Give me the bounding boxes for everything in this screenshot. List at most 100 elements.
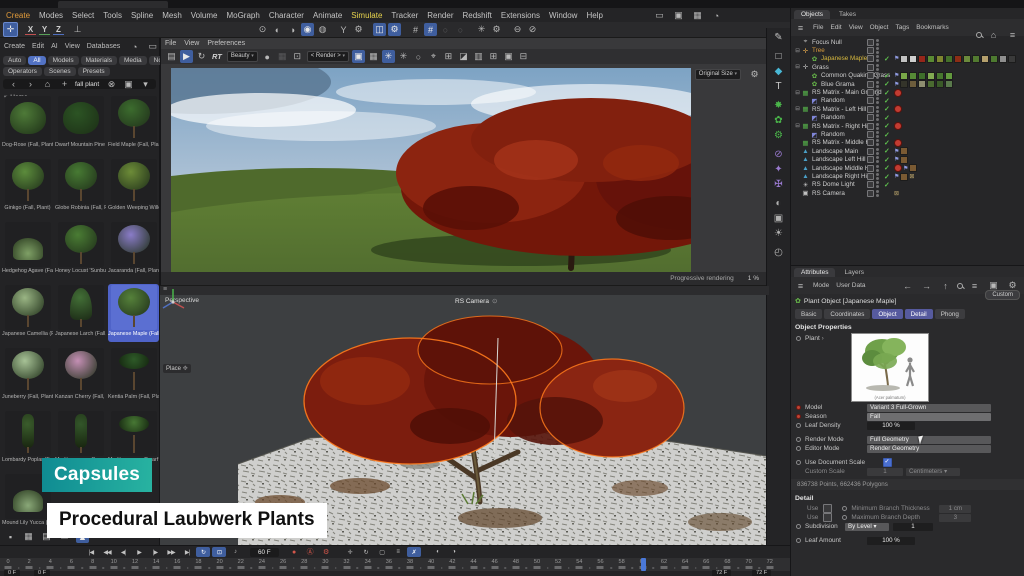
modifier-icon[interactable]: ✦ — [771, 162, 787, 177]
expand-icon[interactable]: ⊞ — [442, 50, 455, 63]
render-select[interactable]: < Render > ▾ — [307, 51, 349, 62]
render-mode-input[interactable]: Full Geometry — [867, 436, 991, 444]
menu-render[interactable]: Render — [427, 11, 453, 20]
keyframe-settings-button[interactable]: ⚙ — [319, 547, 333, 557]
use-document-scale-checkbox[interactable] — [883, 458, 892, 467]
plant-item-dog-rose-fall-plant[interactable]: Dog-Rose (Fall, Plant) — [2, 95, 53, 153]
material-tag[interactable] — [927, 72, 935, 80]
visibility-dots[interactable] — [876, 148, 879, 155]
rv-menu-preferences[interactable]: Preferences — [207, 40, 245, 47]
back-icon[interactable]: ← — [901, 279, 914, 292]
remove-icon[interactable]: ⊖ — [511, 23, 524, 36]
use-checkbox[interactable] — [823, 504, 832, 513]
generator-check-icon[interactable]: ✓ — [884, 181, 890, 189]
custom-scale-unit-dropdown[interactable]: Centimeters ▾ — [906, 468, 960, 476]
redshift-tag[interactable] — [894, 164, 902, 172]
enable-toggle[interactable] — [867, 97, 874, 104]
season-input[interactable]: Fall — [867, 413, 991, 421]
visibility-dots[interactable] — [876, 97, 879, 104]
ab-menu-edit[interactable]: Edit — [32, 43, 44, 50]
document-tab[interactable] — [58, 1, 168, 8]
visibility-dots[interactable] — [876, 190, 879, 197]
material-tag[interactable] — [981, 55, 989, 63]
sphere-a-icon[interactable]: ◐ — [271, 23, 284, 36]
am-menu-user-data[interactable]: User Data — [836, 282, 865, 289]
ghost-button[interactable]: ⊡ — [212, 547, 226, 557]
rv-menu-view[interactable]: View — [184, 40, 199, 47]
spline-pen-icon[interactable]: ✎ — [771, 30, 787, 45]
axis-x-button[interactable]: X — [25, 25, 36, 35]
plant-item-golden-weeping-willo[interactable]: Golden Weeping Willo... — [108, 158, 159, 216]
panel-menu-icon[interactable]: ≡ — [796, 21, 805, 34]
generator-check-icon[interactable]: ✓ — [884, 105, 890, 113]
viewport-menu-bar[interactable]: ≡ — [160, 286, 769, 295]
view-small-icon[interactable]: ▪ — [4, 530, 17, 543]
enable-toggle[interactable] — [867, 106, 874, 113]
mograph-icon[interactable]: ✿ — [771, 113, 787, 128]
enable-toggle[interactable] — [867, 47, 874, 54]
range-start2-field[interactable]: 0 F — [34, 570, 50, 576]
forward-icon[interactable]: → — [920, 279, 933, 292]
material-tag[interactable] — [900, 55, 908, 63]
range-start-field[interactable]: 0 F — [4, 570, 20, 576]
generator-check-icon[interactable]: ✓ — [884, 114, 890, 122]
generator-check-icon[interactable]: ✓ — [884, 89, 890, 97]
tag-icon[interactable]: ✠ — [771, 177, 787, 192]
object-row-landscape-right-hill-16[interactable]: ▲ Landscape Right Hill ✓ ⚑⊠ — [791, 172, 1024, 180]
play-icon[interactable]: ▶ — [180, 50, 193, 63]
enable-toggle[interactable] — [867, 39, 874, 46]
plant-item-jacaranda-fall-plant[interactable]: Jacaranda (Fall, Plant) — [108, 221, 159, 279]
dim-b-icon[interactable]: ○ — [454, 23, 467, 36]
menu-select[interactable]: Select — [72, 11, 94, 20]
object-row-rs-camera-18[interactable]: ▣ RS Camera ⊠ — [791, 189, 1024, 197]
forward-icon[interactable]: › — [24, 78, 37, 91]
object-row-random-11[interactable]: ◩ Random ✓ — [791, 130, 1024, 138]
generator-check-icon[interactable]: ✓ — [884, 173, 890, 181]
menu-volume[interactable]: Volume — [191, 11, 218, 20]
menu-modes[interactable]: Modes — [39, 11, 63, 20]
fur-ball-icon[interactable]: ◍ — [316, 23, 329, 36]
enable-toggle[interactable] — [867, 156, 874, 163]
category-tab-presets[interactable]: Presets — [78, 67, 110, 76]
flag-tag[interactable]: ⚑ — [894, 81, 899, 88]
material-tag[interactable] — [1008, 55, 1016, 63]
grid-a-icon[interactable]: # — [409, 23, 422, 36]
flag-tag[interactable]: ⚑ — [894, 72, 899, 79]
plant-item-hedgehog-agave-fall[interactable]: Hedgehog Agave (Fall... — [2, 221, 53, 279]
generator-check-icon[interactable]: ✓ — [884, 139, 890, 147]
collapse-icon[interactable]: ⊟ — [794, 90, 801, 96]
enable-toggle[interactable] — [867, 190, 874, 197]
flag-tag[interactable]: ⚑ — [894, 173, 899, 180]
redshift-tag[interactable] — [894, 139, 902, 147]
generator-check-icon[interactable]: ✓ — [884, 55, 890, 63]
subdivision-dropdown[interactable]: By Level ▾ — [845, 523, 889, 531]
protection-tag[interactable]: ⊠ — [894, 190, 899, 197]
lock-icon[interactable]: ▣ — [352, 50, 365, 63]
om-menu-edit[interactable]: Edit — [830, 24, 841, 31]
plant-item-kanzan-cherry-fall-pl[interactable]: Kanzan Cherry (Fall, Pl... — [55, 347, 106, 405]
dropdown-icon[interactable]: ▾ — [139, 78, 152, 91]
text-icon[interactable]: T — [771, 79, 787, 94]
settings-gear-icon[interactable]: ⚙ — [748, 68, 761, 81]
solo-b-button[interactable]: ◑ — [447, 547, 461, 557]
save-icon[interactable]: ▤ — [165, 50, 178, 63]
enable-toggle[interactable] — [867, 173, 874, 180]
playhead[interactable] — [641, 558, 646, 571]
material-tag[interactable] — [900, 173, 908, 181]
ab-menu-view[interactable]: View — [65, 43, 80, 50]
redshift-object-icon[interactable]: ◆ — [771, 64, 787, 79]
enable-toggle[interactable] — [867, 55, 874, 62]
cloth-icon[interactable]: ◫ — [373, 23, 386, 36]
record-scale-button[interactable]: ▢ — [375, 547, 389, 557]
object-row-landscape-left-hill-14[interactable]: ▲ Landscape Left Hill ✓ ⚑ — [791, 156, 1024, 164]
visibility-dots[interactable] — [876, 114, 879, 121]
lock-icon[interactable]: ▣ — [122, 78, 135, 91]
circle-icon[interactable]: ○ — [412, 50, 425, 63]
visibility-dots[interactable] — [876, 139, 879, 146]
goto-start-button[interactable]: |◀ — [84, 547, 98, 557]
visibility-dots[interactable] — [876, 173, 879, 180]
size-dropdown[interactable]: Original Size ▾ — [695, 69, 741, 80]
filter-tab-materials[interactable]: Materials — [81, 56, 117, 65]
asset-search-bar[interactable]: ‹›⌂+ fall plant ⊗▣▾ — [3, 79, 156, 89]
render-view-icon[interactable]: ▭ — [653, 9, 666, 22]
